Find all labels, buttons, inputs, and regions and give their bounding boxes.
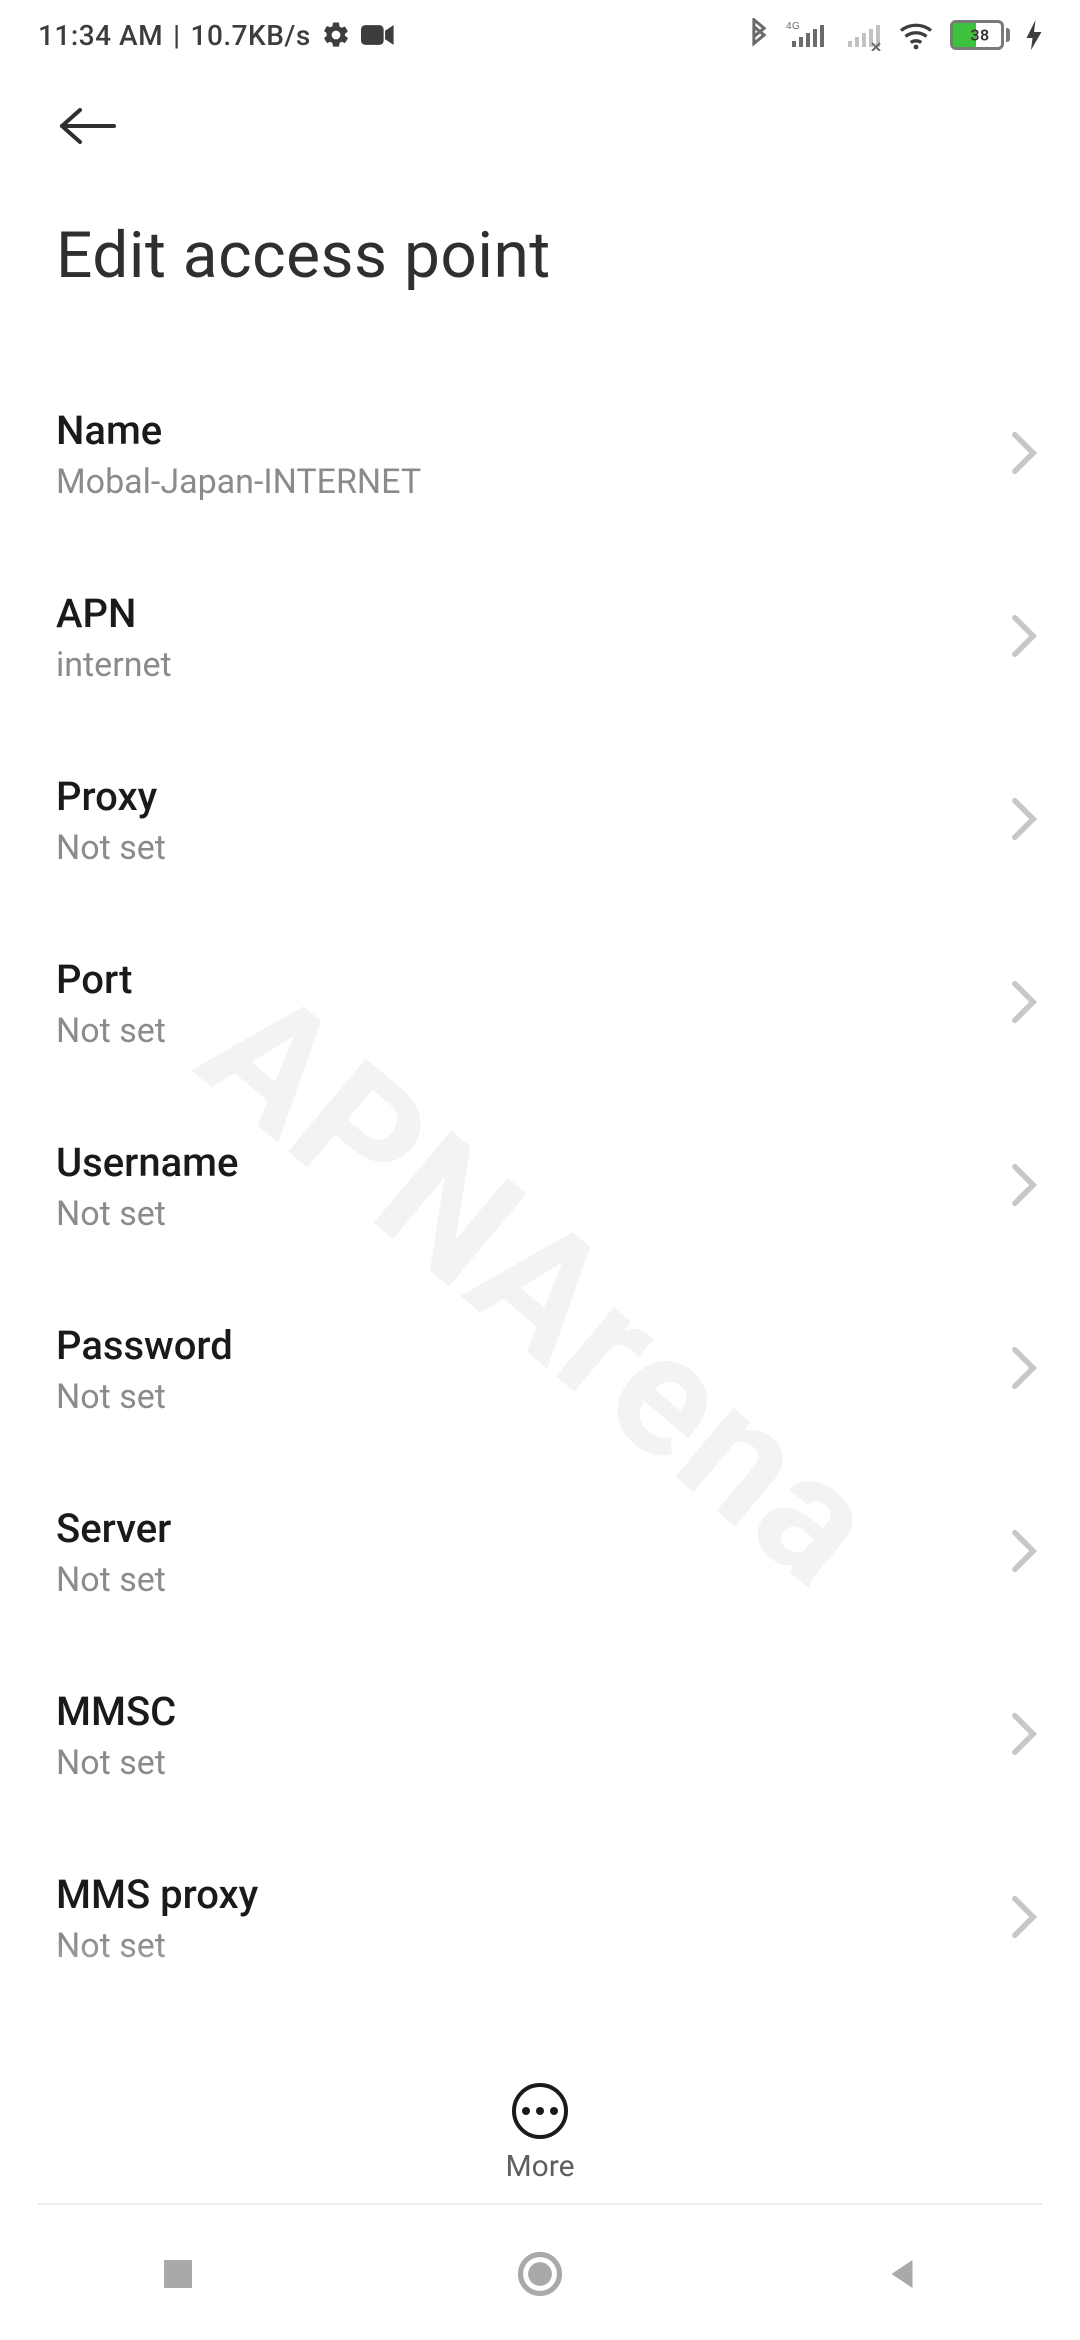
setting-label: Server — [56, 1505, 171, 1552]
setting-label: Username — [56, 1139, 238, 1186]
battery-percent: 38 — [970, 26, 989, 45]
setting-row-apn[interactable]: APN internet — [0, 560, 1080, 715]
status-time: 11:34 AM — [38, 19, 163, 52]
chevron-right-icon — [1010, 1163, 1038, 1211]
setting-label: MMSC — [56, 1688, 176, 1735]
chevron-right-icon — [1010, 1712, 1038, 1760]
setting-value: Not set — [56, 1194, 238, 1234]
setting-row-mmsc[interactable]: MMSC Not set — [0, 1658, 1080, 1813]
nav-back-button[interactable] — [881, 2253, 923, 2299]
status-bar: 11:34 AM | 10.7KB/s 4G 38 — [0, 0, 1080, 52]
more-horizontal-icon — [512, 2083, 568, 2139]
more-button[interactable]: More — [0, 2083, 1080, 2184]
chevron-right-icon — [1010, 614, 1038, 662]
setting-row-password[interactable]: Password Not set — [0, 1292, 1080, 1447]
setting-value: Not set — [56, 1560, 171, 1600]
chevron-right-icon — [1010, 1529, 1038, 1577]
chevron-right-icon — [1010, 431, 1038, 479]
setting-value: internet — [56, 645, 172, 685]
setting-value: Not set — [56, 1926, 258, 1966]
wifi-icon — [898, 20, 934, 50]
video-camera-icon — [361, 23, 395, 47]
setting-value: Not set — [56, 1011, 166, 1051]
gear-icon — [321, 20, 351, 50]
apn-settings-list: Name Mobal-Japan-INTERNET APN internet P… — [0, 293, 1080, 1996]
chevron-right-icon — [1010, 1895, 1038, 1943]
setting-value: Not set — [56, 828, 166, 868]
bluetooth-icon — [748, 18, 770, 52]
setting-label: Proxy — [56, 773, 166, 820]
setting-label: Name — [56, 407, 421, 454]
setting-value: Mobal-Japan-INTERNET — [56, 462, 421, 502]
back-button[interactable] — [56, 133, 120, 152]
chevron-right-icon — [1010, 980, 1038, 1028]
setting-row-port[interactable]: Port Not set — [0, 926, 1080, 1081]
more-label: More — [505, 2149, 574, 2184]
signal-no-sim-icon — [842, 19, 882, 51]
setting-label: Password — [56, 1322, 233, 1369]
signal-4g-icon: 4G — [786, 19, 826, 51]
status-separator: | — [173, 19, 180, 52]
content-divider — [38, 2203, 1042, 2205]
nav-recent-button[interactable] — [157, 2253, 199, 2299]
setting-row-proxy[interactable]: Proxy Not set — [0, 743, 1080, 898]
setting-row-server[interactable]: Server Not set — [0, 1475, 1080, 1630]
charging-bolt-icon — [1026, 20, 1042, 50]
status-network-speed: 10.7KB/s — [191, 19, 311, 52]
setting-label: APN — [56, 590, 172, 637]
battery-icon: 38 — [950, 20, 1010, 50]
nav-home-button[interactable] — [514, 2248, 566, 2304]
chevron-right-icon — [1010, 1346, 1038, 1394]
setting-value: Not set — [56, 1377, 233, 1417]
chevron-right-icon — [1010, 797, 1038, 845]
setting-row-name[interactable]: Name Mobal-Japan-INTERNET — [0, 377, 1080, 532]
setting-label: Port — [56, 956, 166, 1003]
setting-value: Not set — [56, 1743, 176, 1783]
svg-text:4G: 4G — [786, 21, 800, 32]
page-title: Edit access point — [0, 152, 1080, 293]
setting-row-mms-proxy[interactable]: MMS proxy Not set — [0, 1841, 1080, 1996]
android-nav-bar — [0, 2212, 1080, 2340]
setting-row-username[interactable]: Username Not set — [0, 1109, 1080, 1264]
setting-label: MMS proxy — [56, 1871, 258, 1918]
